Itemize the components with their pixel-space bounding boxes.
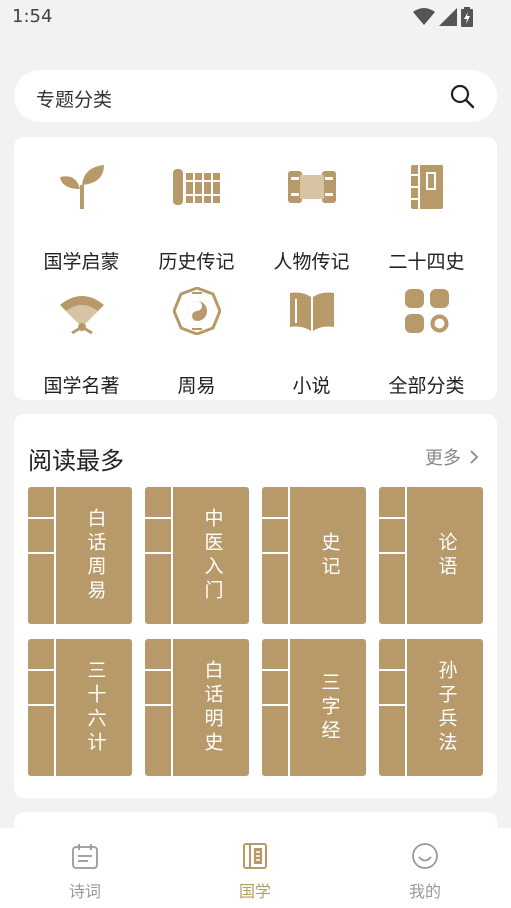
category-item-quanbu-fenlei[interactable]: 全部分类 [369, 287, 484, 397]
book-title: 白话明史 [201, 659, 224, 756]
tab-wode[interactable]: 我的 [340, 828, 510, 908]
category-label: 二十四史 [388, 251, 465, 273]
book-spine [262, 487, 290, 624]
bagua-icon [173, 287, 221, 335]
category-label: 人物传记 [273, 251, 350, 273]
book-title: 论语 [435, 531, 458, 580]
tab-label: 国学 [238, 882, 271, 901]
book-spine [28, 639, 56, 776]
bamboo-slips-icon [173, 169, 221, 205]
book-item[interactable]: 孙子兵法 [379, 639, 483, 776]
category-item-zhouyi[interactable]: 周易 [139, 287, 254, 397]
chevron-right-icon [470, 450, 479, 464]
book-spine [262, 639, 290, 776]
book-spine [145, 487, 173, 624]
status-bar: 1:54 [0, 0, 511, 36]
book-item[interactable]: 三字经 [262, 639, 366, 776]
more-label: 更多 [425, 448, 461, 469]
book-title: 中医入门 [201, 507, 224, 604]
book-item[interactable]: 三十六计 [28, 639, 132, 776]
most-read-section: 阅读最多 更多 白话周易 中医入门 史记 论语 三十六计 白话明史 三字经 孙子… [14, 414, 497, 798]
tab-label: 诗词 [68, 882, 101, 901]
sprout-icon [60, 165, 104, 209]
book-title: 三十六计 [84, 659, 107, 756]
book-spine [28, 487, 56, 624]
category-item-guoxue-qimeng[interactable]: 国学启蒙 [24, 163, 139, 273]
search-bar[interactable]: 专题分类 [14, 70, 497, 122]
status-time: 1:54 [12, 6, 53, 27]
category-label: 历史传记 [158, 251, 235, 273]
category-label: 国学名著 [43, 375, 120, 397]
category-label: 周易 [177, 375, 216, 397]
book-title: 孙子兵法 [435, 659, 458, 756]
category-label: 国学启蒙 [43, 251, 120, 273]
bottom-tab-bar: 诗词 国学 我的 [0, 828, 511, 908]
book-icon [411, 165, 443, 209]
book-item[interactable]: 中医入门 [145, 487, 249, 624]
tab-shici[interactable]: 诗词 [0, 828, 170, 908]
battery-icon [461, 7, 473, 27]
smile-icon [412, 843, 438, 869]
book-spine [379, 639, 407, 776]
section-title: 阅读最多 [28, 447, 124, 475]
book-spine [379, 487, 407, 624]
category-item-renwu-zhuanji[interactable]: 人物传记 [254, 163, 369, 273]
category-item-lishi-zhuanji[interactable]: 历史传记 [139, 163, 254, 273]
category-item-guoxue-mingzhu[interactable]: 国学名著 [24, 287, 139, 397]
book-item[interactable]: 白话周易 [28, 487, 132, 624]
grid-icon [405, 289, 449, 333]
fan-icon [60, 296, 104, 335]
book-spine [145, 639, 173, 776]
category-label: 全部分类 [388, 375, 465, 397]
search-label: 专题分类 [36, 89, 113, 111]
book-item[interactable]: 白话明史 [145, 639, 249, 776]
category-item-ershisi-shi[interactable]: 二十四史 [369, 163, 484, 273]
category-label: 小说 [292, 375, 331, 397]
book-title: 三字经 [318, 671, 341, 744]
status-icons [413, 7, 473, 27]
category-item-xiaoshuo[interactable]: 小说 [254, 287, 369, 397]
open-book-icon [290, 292, 334, 331]
scroll-icon [288, 171, 336, 203]
more-link[interactable]: 更多 [425, 444, 479, 470]
calendar-icon [72, 844, 98, 869]
book-item[interactable]: 史记 [262, 487, 366, 624]
book-icon [243, 843, 267, 869]
wifi-icon [413, 8, 435, 25]
book-item[interactable]: 论语 [379, 487, 483, 624]
book-title: 白话周易 [84, 507, 107, 604]
book-title: 史记 [318, 531, 341, 580]
tab-label: 我的 [408, 882, 441, 901]
signal-icon [439, 8, 457, 26]
category-grid: 国学启蒙 历史传记 人物传记 二十四史 国学名著 周易 小说 全部分类 [14, 137, 497, 400]
search-icon[interactable] [449, 83, 475, 109]
tab-guoxue[interactable]: 国学 [170, 828, 340, 908]
